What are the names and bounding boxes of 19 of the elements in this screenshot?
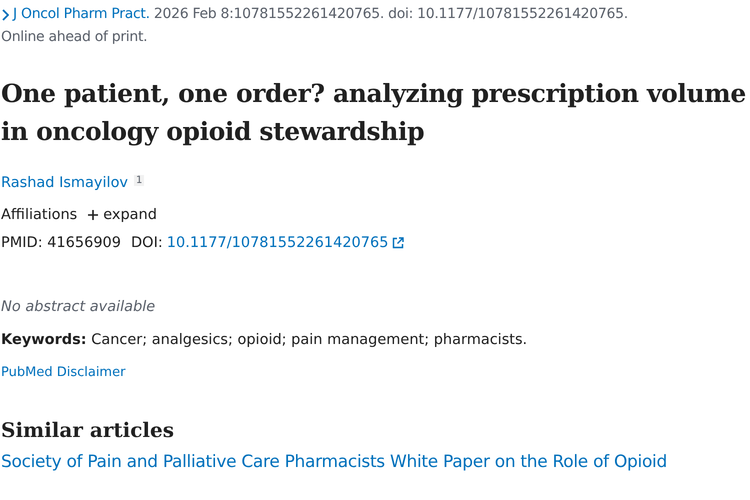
disclaimer-link[interactable]: PubMed Disclaimer [1, 365, 126, 380]
article-title: One patient, one order? analyzing prescription volume in oncology opioid stewardship [1, 78, 747, 148]
author-link[interactable]: Rashad Ismayilov [1, 175, 128, 191]
expand-toggle[interactable]: expand [87, 207, 157, 223]
pmid-text: PMID: 41656909 [1, 235, 122, 251]
journal-link[interactable]: J Oncol Pharm Pract. [13, 6, 150, 22]
affiliation-ref[interactable]: 1 [134, 175, 144, 186]
article-link[interactable]: Society of Pain and Palliative Care Pharmacists White Paper on the Role of Opioid [1, 452, 667, 472]
section-heading: Similar articles [1, 418, 175, 442]
doi-label: DOI: [131, 235, 163, 251]
citation-details: 2026 Feb 8:10781552261420765. doi: 10.1177/10781552261420765. [154, 6, 628, 22]
no-abstract-note: No abstract available [1, 299, 156, 315]
publication-status: Online ahead of print. [1, 28, 148, 47]
doi-link[interactable]: 10.1177/10781552261420765 [166, 235, 388, 251]
plus-icon [87, 209, 100, 221]
affiliations-label: Affiliations [1, 207, 78, 223]
external-link-icon [392, 237, 404, 249]
chevron-icon [1, 8, 9, 20]
keywords-text: Keywords: Cancer; analgesics; opioid; pain management; pharmacists. [1, 332, 528, 348]
